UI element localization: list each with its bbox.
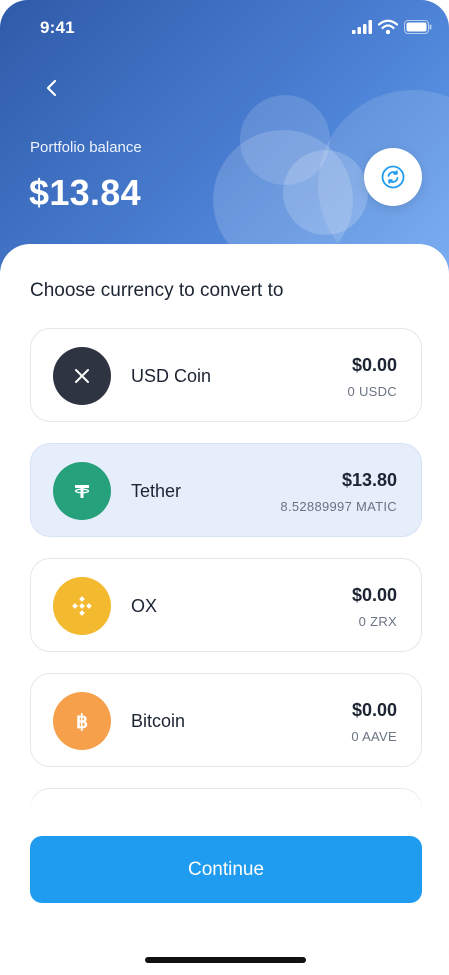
- continue-button[interactable]: Continue: [30, 836, 422, 903]
- svg-text:฿: ฿: [76, 712, 88, 733]
- currency-name: Tether: [131, 481, 182, 501]
- currency-usd-value: $0.00: [351, 585, 397, 605]
- currency-amount: 0 ZRX: [358, 614, 397, 629]
- currency-amount: 0 USDC: [347, 384, 397, 399]
- currency-usd-value: $0.00: [351, 700, 397, 720]
- currency-row-bitcoin[interactable]: ฿ Bitcoin $0.00 0 AAVE: [30, 673, 422, 767]
- currency-row-ox[interactable]: OX $0.00 0 ZRX: [30, 558, 422, 652]
- back-arrow-icon[interactable]: [40, 76, 64, 100]
- refresh-icon: [381, 165, 405, 189]
- currency-list[interactable]: USD Coin $0.00 0 USDC Tether $13.80 8.52…: [30, 328, 422, 808]
- currency-amount: 0 AAVE: [351, 729, 397, 744]
- currency-row-tether[interactable]: Tether $13.80 8.52889997 MATIC: [30, 443, 422, 537]
- wifi-icon: [378, 19, 398, 35]
- signal-icon: [352, 20, 372, 34]
- portfolio-balance-value: $13.84: [29, 172, 141, 213]
- list-fade: [30, 784, 422, 814]
- currency-row-usd-coin[interactable]: USD Coin $0.00 0 USDC: [30, 328, 422, 422]
- currency-name: Bitcoin: [131, 711, 186, 731]
- status-time: 9:41: [40, 18, 75, 37]
- home-indicator: [145, 957, 306, 963]
- phone-screen: 9:41 Portfolio balance $13.84 Choose cur…: [0, 0, 449, 975]
- battery-icon: [404, 20, 432, 34]
- currency-name: OX: [131, 596, 158, 616]
- status-bar: 9:41: [0, 0, 449, 54]
- currency-usd-value: $13.80: [341, 470, 397, 490]
- binance-icon: [53, 577, 111, 635]
- currency-sheet: Choose currency to convert to USD Coin $…: [0, 244, 449, 975]
- tether-icon: [53, 462, 111, 520]
- usd-coin-icon: [53, 347, 111, 405]
- convert-refresh-button[interactable]: [364, 148, 422, 206]
- portfolio-balance-label: Portfolio balance: [30, 139, 142, 156]
- currency-usd-value: $0.00: [351, 355, 397, 375]
- bitcoin-icon: ฿: [53, 692, 111, 750]
- section-title: Choose currency to convert to: [30, 280, 284, 301]
- currency-amount: 8.52889997 MATIC: [280, 499, 397, 514]
- decor-circle: [283, 150, 368, 235]
- currency-name: USD Coin: [131, 366, 212, 386]
